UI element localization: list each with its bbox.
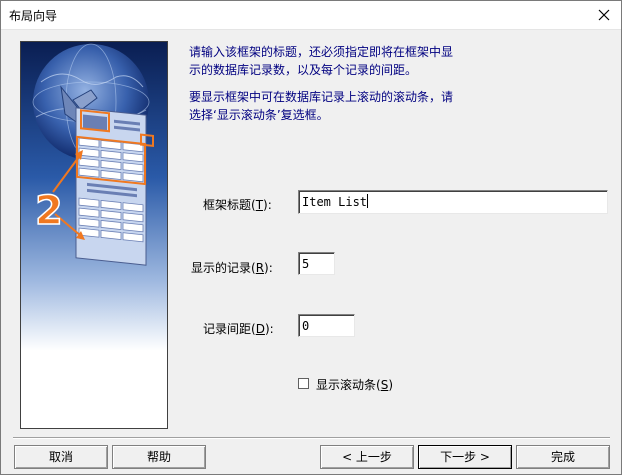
cancel-button[interactable]: 取消 (14, 445, 108, 469)
back-button[interactable]: < 上一步 (320, 445, 414, 469)
instruction-line: 选择‘显示滚动条’复选框。 (189, 108, 329, 122)
instruction-line: 请输入该框架的标题，还必须指定即将在框架中显 (189, 45, 454, 59)
title-bar: 布局向导 (1, 1, 621, 30)
frame-title-input[interactable]: Item List (298, 190, 608, 214)
instruction-paragraph-2: 要显示框架中可在数据库记录上滚动的滚动条，请 选择‘显示滚动条’复选框。 (189, 88, 453, 124)
record-spacing-input[interactable]: 0 (298, 314, 355, 337)
close-button[interactable] (587, 1, 621, 29)
layout-illustration-image: 2 (21, 42, 167, 428)
next-button[interactable]: 下一步 > (418, 445, 512, 469)
show-scrollbar-checkbox[interactable] (298, 378, 309, 389)
instruction-paragraph-1: 请输入该框架的标题，还必须指定即将在框架中显 示的数据库记录数，以及每个记录的间… (189, 43, 453, 79)
records-shown-input[interactable]: 5 (298, 252, 335, 275)
hotkey: T (255, 198, 264, 212)
button-separator (13, 437, 610, 439)
step-number: 2 (35, 188, 63, 234)
close-icon (598, 9, 610, 21)
finish-button[interactable]: 完成 (516, 445, 610, 469)
record-spacing-label: 记录间距(D): (203, 322, 274, 336)
frame-title-label: 框架标题(T): (203, 198, 272, 212)
instruction-line: 示的数据库记录数，以及每个记录的间距。 (189, 63, 418, 77)
show-scrollbar-label[interactable]: 显示滚动条(S) (316, 376, 393, 393)
instruction-line: 要显示框架中可在数据库记录上滚动的滚动条，请 (189, 90, 454, 104)
wizard-illustration: 2 (20, 41, 168, 429)
window-title: 布局向导 (9, 9, 58, 23)
hotkey: D (255, 322, 265, 336)
help-button[interactable]: 帮助 (112, 445, 206, 469)
text-caret (367, 194, 369, 208)
hotkey: R (255, 261, 265, 275)
layout-wizard-dialog: 布局向导 2 请输入该框架的标题，还必须指定即将在框架中显 示的数据库记录数，以… (0, 0, 622, 475)
records-shown-label: 显示的记录(R): (191, 261, 273, 275)
